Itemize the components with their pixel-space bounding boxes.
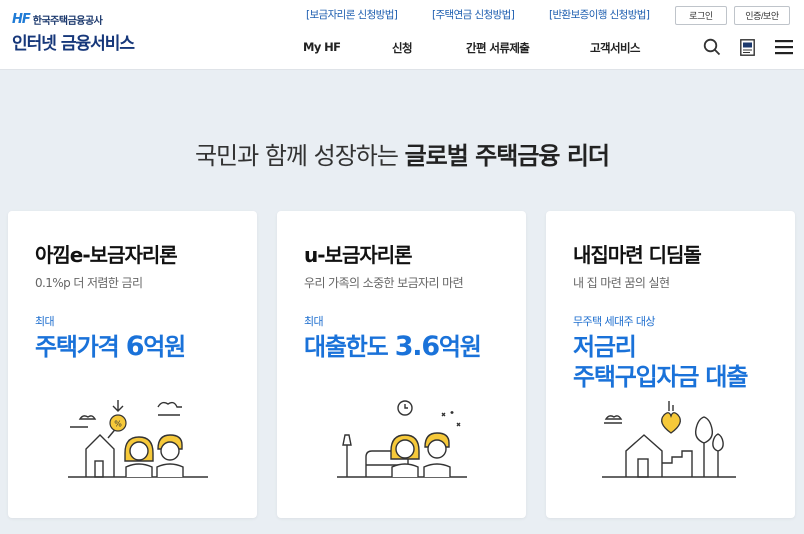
site-logo[interactable]: HF 한국주택금융공사 인터넷 금융서비스: [12, 12, 135, 54]
card-akkim-bogeumjari[interactable]: 아낌e-보금자리론 0.1%p 더 저렴한 금리 최대 주택가격 6억원 %: [8, 211, 257, 518]
hero-slogan: 국민과 함께 성장하는 글로벌 주택금융 리더: [0, 136, 804, 171]
hf-logo-mark: HF: [12, 12, 31, 27]
slogan-light: 국민과 함께 성장하는: [194, 142, 405, 170]
card-title: 아낌e-보금자리론: [35, 243, 178, 267]
link-pension-apply[interactable]: [주택연금 신청방법]: [432, 7, 515, 22]
logo-service-title: 인터넷 금융서비스: [12, 34, 135, 54]
house-heart-illustration: [602, 401, 736, 478]
site-header: HF 한국주택금융공사 인터넷 금융서비스 [보금자리론 신청방법] [주택연금…: [0, 0, 804, 70]
card-title: 내집마련 디딤돌: [573, 243, 702, 267]
link-bogeumjari-apply[interactable]: [보금자리론 신청방법]: [306, 7, 398, 22]
family-house-illustration: %: [68, 400, 208, 478]
nav-doc-submit[interactable]: 간편 서류제출: [466, 40, 530, 56]
nav-my-hf[interactable]: My HF: [303, 40, 341, 54]
card-headline-line2: 주택구입자금 대출: [573, 363, 748, 391]
hf-document-icon[interactable]: [740, 39, 755, 56]
card-headline: 대출한도 3.6억원: [304, 331, 482, 362]
card-subtitle: 우리 가족의 소중한 보금자리 마련: [304, 276, 464, 290]
card-tag: 무주택 세대주 대상: [573, 315, 656, 328]
card-subtitle: 내 집 마련 꿈의 실현: [573, 276, 670, 290]
logo-org-name: 한국주택금융공사: [32, 16, 103, 27]
card-title: u-보금자리론: [304, 243, 413, 267]
couple-sofa-illustration: [337, 400, 467, 478]
login-button[interactable]: 로그인: [675, 6, 727, 25]
card-tag: 최대: [35, 315, 55, 328]
search-icon[interactable]: [703, 38, 721, 56]
link-guarantee-apply[interactable]: [반환보증이행 신청방법]: [549, 7, 650, 22]
nav-apply[interactable]: 신청: [392, 40, 413, 56]
menu-icon[interactable]: [775, 39, 793, 55]
card-headline-line1: 저금리: [573, 333, 637, 361]
svg-text:%: %: [114, 420, 122, 429]
card-didimdol[interactable]: 내집마련 디딤돌 내 집 마련 꿈의 실현 무주택 세대주 대상 저금리 주택구…: [546, 211, 795, 518]
slogan-bold: 글로벌 주택금융 리더: [404, 142, 610, 170]
card-tag: 최대: [304, 315, 324, 328]
nav-customer-service[interactable]: 고객서비스: [590, 40, 641, 56]
cert-security-button[interactable]: 인증/보안: [734, 6, 790, 25]
card-subtitle: 0.1%p 더 저렴한 금리: [35, 276, 143, 290]
card-u-bogeumjari[interactable]: u-보금자리론 우리 가족의 소중한 보금자리 마련 최대 대출한도 3.6억원: [277, 211, 526, 518]
card-headline: 주택가격 6억원: [35, 331, 186, 362]
card-headline: 저금리 주택구입자금 대출: [573, 332, 748, 392]
